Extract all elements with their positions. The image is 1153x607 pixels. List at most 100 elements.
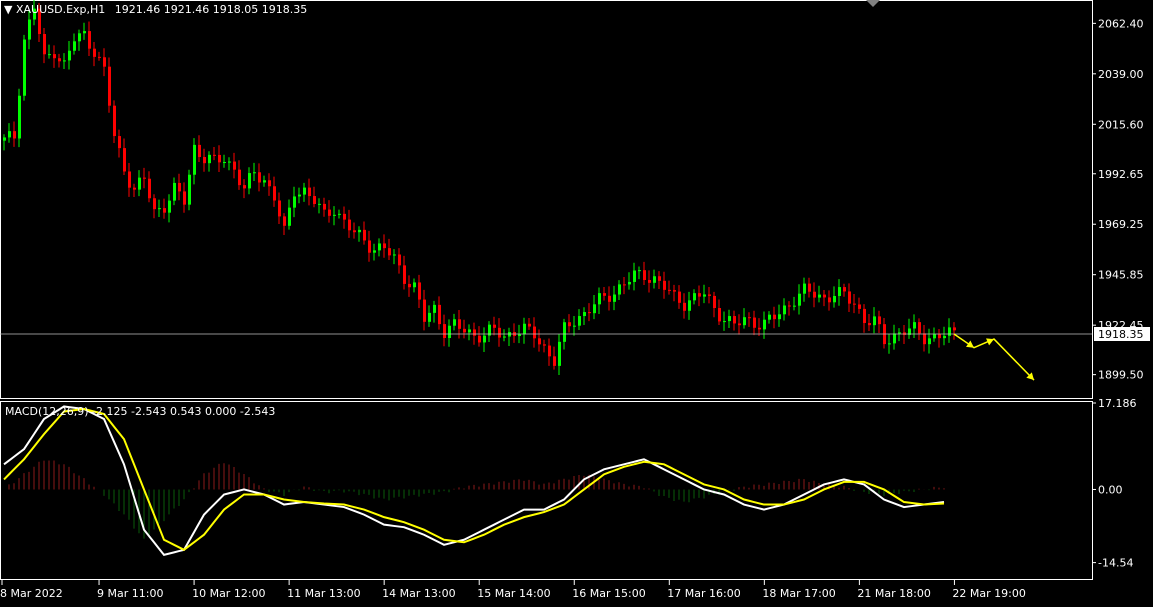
candle-body xyxy=(68,50,71,61)
candle-body xyxy=(733,316,736,324)
candle-body xyxy=(518,334,521,337)
chart-window[interactable]: 1918.35 2062.40 2039.00 2015.60 1992.65 1969… xyxy=(0,0,1153,604)
candle-body xyxy=(223,162,226,164)
macd-line xyxy=(3,405,945,556)
candle-body xyxy=(173,182,176,201)
candle-body xyxy=(353,230,356,233)
macd-tick-label: 17.186 xyxy=(1098,397,1137,410)
candle-body xyxy=(888,343,891,345)
candle-body xyxy=(633,270,636,282)
macd-tick-label: -14.54 xyxy=(1098,557,1133,570)
candle-body xyxy=(63,60,66,62)
candle-body xyxy=(838,287,841,297)
candle-body xyxy=(403,265,406,284)
candle-body xyxy=(723,321,726,323)
time-tick-label: 21 Mar 18:00 xyxy=(857,587,930,600)
candle-body xyxy=(268,180,271,187)
candle-body xyxy=(558,341,561,366)
candle-body xyxy=(98,56,101,58)
candle-body xyxy=(308,187,311,197)
price-chart-canvas[interactable]: 1918.35 2062.40 2039.00 2015.60 1992.65 1969… xyxy=(0,0,1153,604)
candle-body xyxy=(323,203,326,210)
candle-body xyxy=(743,317,746,326)
candle-body xyxy=(443,324,446,339)
candle-body xyxy=(688,300,691,311)
candle-body xyxy=(898,332,901,334)
candle-body xyxy=(768,314,771,320)
candle-body xyxy=(498,327,501,338)
price-tick-label: 2062.40 xyxy=(1098,17,1144,30)
candle-body xyxy=(628,281,631,285)
candle-body xyxy=(283,216,286,226)
candle-body xyxy=(678,291,681,303)
candle-body xyxy=(123,148,126,172)
price-tick-label: 2015.60 xyxy=(1098,118,1144,131)
macd-lines-layer xyxy=(3,405,945,556)
candle-body xyxy=(143,177,146,179)
candle-body xyxy=(773,314,776,320)
candle-body xyxy=(613,294,616,302)
triangle-down-icon[interactable]: ▼ xyxy=(4,3,12,16)
candle-body xyxy=(198,144,201,158)
candle-body xyxy=(368,240,371,253)
candle-body xyxy=(408,283,411,288)
candle-body xyxy=(668,289,671,291)
candle-body xyxy=(328,209,331,216)
candle-body xyxy=(728,316,731,322)
candle-body xyxy=(273,186,276,201)
candle-body xyxy=(593,304,596,314)
time-tick-label: 18 Mar 17:00 xyxy=(762,587,835,600)
candle-body xyxy=(863,308,866,324)
scroll-marker-icon[interactable] xyxy=(866,0,880,7)
candle-body xyxy=(523,323,526,335)
candle-body xyxy=(88,31,91,49)
candle-body xyxy=(928,338,931,345)
candle-body xyxy=(778,314,781,320)
candle-body xyxy=(298,194,301,197)
candle-body xyxy=(158,208,161,210)
candle-body xyxy=(288,207,291,226)
candle-body xyxy=(953,327,956,331)
candle-body xyxy=(448,325,451,339)
candle-body xyxy=(148,178,151,199)
candle-body xyxy=(623,284,626,286)
candle-body xyxy=(438,304,441,325)
candle-body xyxy=(128,171,131,188)
candle-body xyxy=(483,335,486,343)
candles-layer xyxy=(3,0,956,376)
price-tick-label: 1922.45 xyxy=(1098,319,1144,332)
candle-body xyxy=(823,294,826,298)
candle-body xyxy=(303,187,306,195)
candle-body xyxy=(388,248,391,256)
candle-body xyxy=(873,316,876,326)
candle-body xyxy=(423,299,426,322)
macd-tick-label: 0.00 xyxy=(1098,483,1123,496)
candle-body xyxy=(243,185,246,189)
candle-body xyxy=(538,338,541,345)
symbol-header[interactable]: ▼ XAUUSD.Exp,H1 1921.46 1921.46 1918.05 … xyxy=(4,3,307,16)
candle-body xyxy=(673,290,676,292)
candle-body xyxy=(753,317,756,328)
candle-body xyxy=(853,303,856,305)
time-tick-label: 22 Mar 19:00 xyxy=(952,587,1025,600)
candle-body xyxy=(43,34,46,55)
candle-body xyxy=(818,294,821,298)
time-tick-label: 10 Mar 12:00 xyxy=(192,587,265,600)
candle-body xyxy=(893,333,896,344)
macd-indicator-label: MACD(12,26,9) -2.125 -2.543 0.543 0.000 … xyxy=(5,405,276,418)
candle-body xyxy=(433,304,436,313)
time-tick-label: 14 Mar 13:00 xyxy=(382,587,455,600)
candle-body xyxy=(58,58,61,62)
candle-body xyxy=(153,198,156,210)
candle-body xyxy=(658,276,661,281)
candle-body xyxy=(533,326,536,339)
candle-body xyxy=(603,293,606,296)
candle-body xyxy=(543,344,546,346)
time-axis: 8 Mar 2022 9 Mar 11:00 10 Mar 12:00 11 Mar … xyxy=(0,580,1026,600)
candle-body xyxy=(663,280,666,290)
candle-body xyxy=(23,39,26,96)
candle-body xyxy=(828,297,831,303)
candle-body xyxy=(608,295,611,302)
candle-body xyxy=(683,302,686,311)
candle-body xyxy=(573,325,576,327)
